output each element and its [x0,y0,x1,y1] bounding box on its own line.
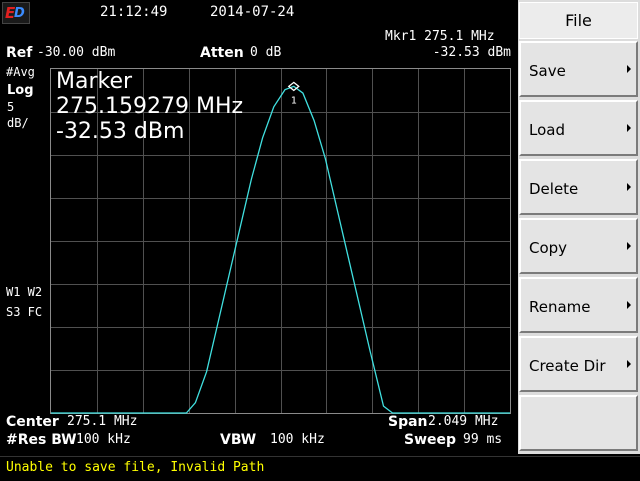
delete-button-label: Delete [529,180,579,198]
copy-button[interactable]: Copy [519,218,638,274]
create-dir-button-label: Create Dir [529,357,606,375]
vbw-label: VBW [220,432,257,448]
vbw-value: 100 kHz [270,432,325,447]
menu-title-text: File [565,11,592,30]
rbw-value: 100 kHz [76,432,131,447]
sweep-value: 99 ms [463,432,503,447]
rename-button[interactable]: Rename [519,277,638,333]
load-button-label: Load [529,121,565,139]
empty-softkey[interactable] [519,395,638,451]
center-value: 275.1 MHz [67,414,138,429]
chevron-right-icon [627,124,631,132]
softkey-menu-title: File [519,2,638,39]
rbw-label: #Res BW [6,432,77,448]
delete-button[interactable]: Delete [519,159,638,215]
span-value: 2.049 MHz [428,414,499,429]
rename-button-label: Rename [529,298,591,316]
marker-title: Marker [56,69,133,94]
status-message: Unable to save file, Invalid Path [6,460,265,475]
marker-number: 1 [291,95,297,106]
span-label: Span [388,414,428,430]
sweep-label: Sweep [404,432,457,448]
marker-frequency: 275.159279 MHz [56,94,244,119]
status-bar: Unable to save file, Invalid Path [0,456,640,481]
chevron-right-icon [627,183,631,191]
center-label: Center [6,414,59,430]
save-button[interactable]: Save [519,41,638,97]
chevron-right-icon [627,242,631,250]
copy-button-label: Copy [529,239,568,257]
marker-amplitude: -32.53 dBm [56,119,185,144]
chevron-right-icon [627,301,631,309]
create-dir-button[interactable]: Create Dir [519,336,638,392]
load-button[interactable]: Load [519,100,638,156]
chevron-right-icon [627,65,631,73]
save-button-label: Save [529,62,566,80]
chevron-right-icon [627,360,631,368]
